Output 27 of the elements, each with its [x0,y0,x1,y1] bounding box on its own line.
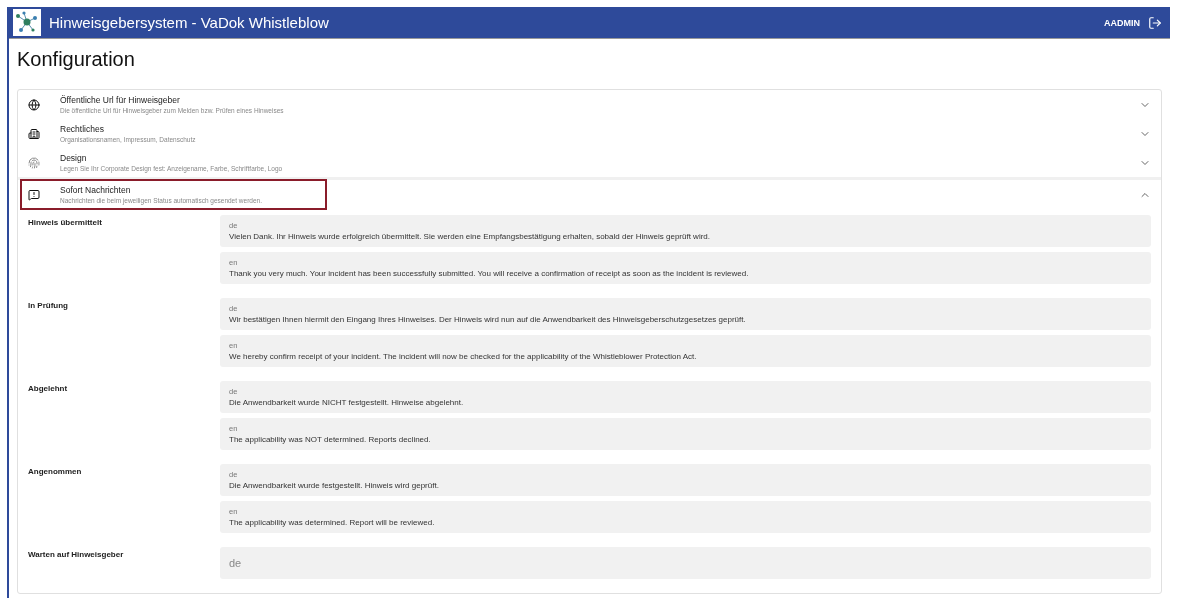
panel-title: Sofort Nachrichten [60,185,132,195]
status-label: Warten auf Hinweisgeber [28,549,125,561]
panel-title: Design [60,153,88,163]
message-icon [28,188,40,201]
field-placeholder: de [229,557,243,569]
user-name[interactable]: AADMIN [1104,17,1140,28]
status-label: Angenommen [28,466,83,478]
app-title: Hinweisgebersystem - VaDok Whistleblow [49,14,330,31]
field-value: Thank you very much. Your incident has been successfully submitted. You will receive a confirmation of receipt as soon as the incident is reviewed. [229,269,750,278]
field-value: Wir bestätigen Ihnen hiermit den Eingang Ihres Hinweises. Der Hinweis wird nun auf die Anwendbarkeit des Hinweisgeberschutzgesetzes geprüft. [229,315,747,324]
field-value: Die Anwendbarkeit wurde NICHT festgestellt. Hinweise abgelehnt. [229,398,465,407]
status-label: Abgelehnt [28,383,69,395]
field-value: We hereby confirm receipt of your incident. The incident will now be checked for the applicability of the Whistleblower Protection Act. [229,352,698,361]
logo-icon [13,9,41,36]
fingerprint-icon [28,156,40,169]
status-label: In Prüfung [28,300,69,312]
field-value: Vielen Dank. Ihr Hinweis wurde erfolgreich übermittelt. Sie werden eine Empfangsbestätigung erhalten, sobald der Hinweis geprüft wird. [229,232,711,241]
building-icon [28,127,40,140]
field-value: Die Anwendbarkeit wurde festgestellt. Hinweis wird geprüft. [229,481,440,490]
field-value: The applicability was determined. Report will be reviewed. [229,518,436,527]
logout-icon[interactable] [1148,15,1162,30]
panel-title: Rechtliches [60,124,105,134]
field-value: The applicability was NOT determined. Reports declined. [229,435,432,444]
status-label: Hinweis übermittelt [28,217,103,229]
globe-icon [28,98,40,111]
page-title: Konfiguration [17,48,136,71]
panel-title: Öffentliche Url für Hinweisgeber [60,95,181,105]
